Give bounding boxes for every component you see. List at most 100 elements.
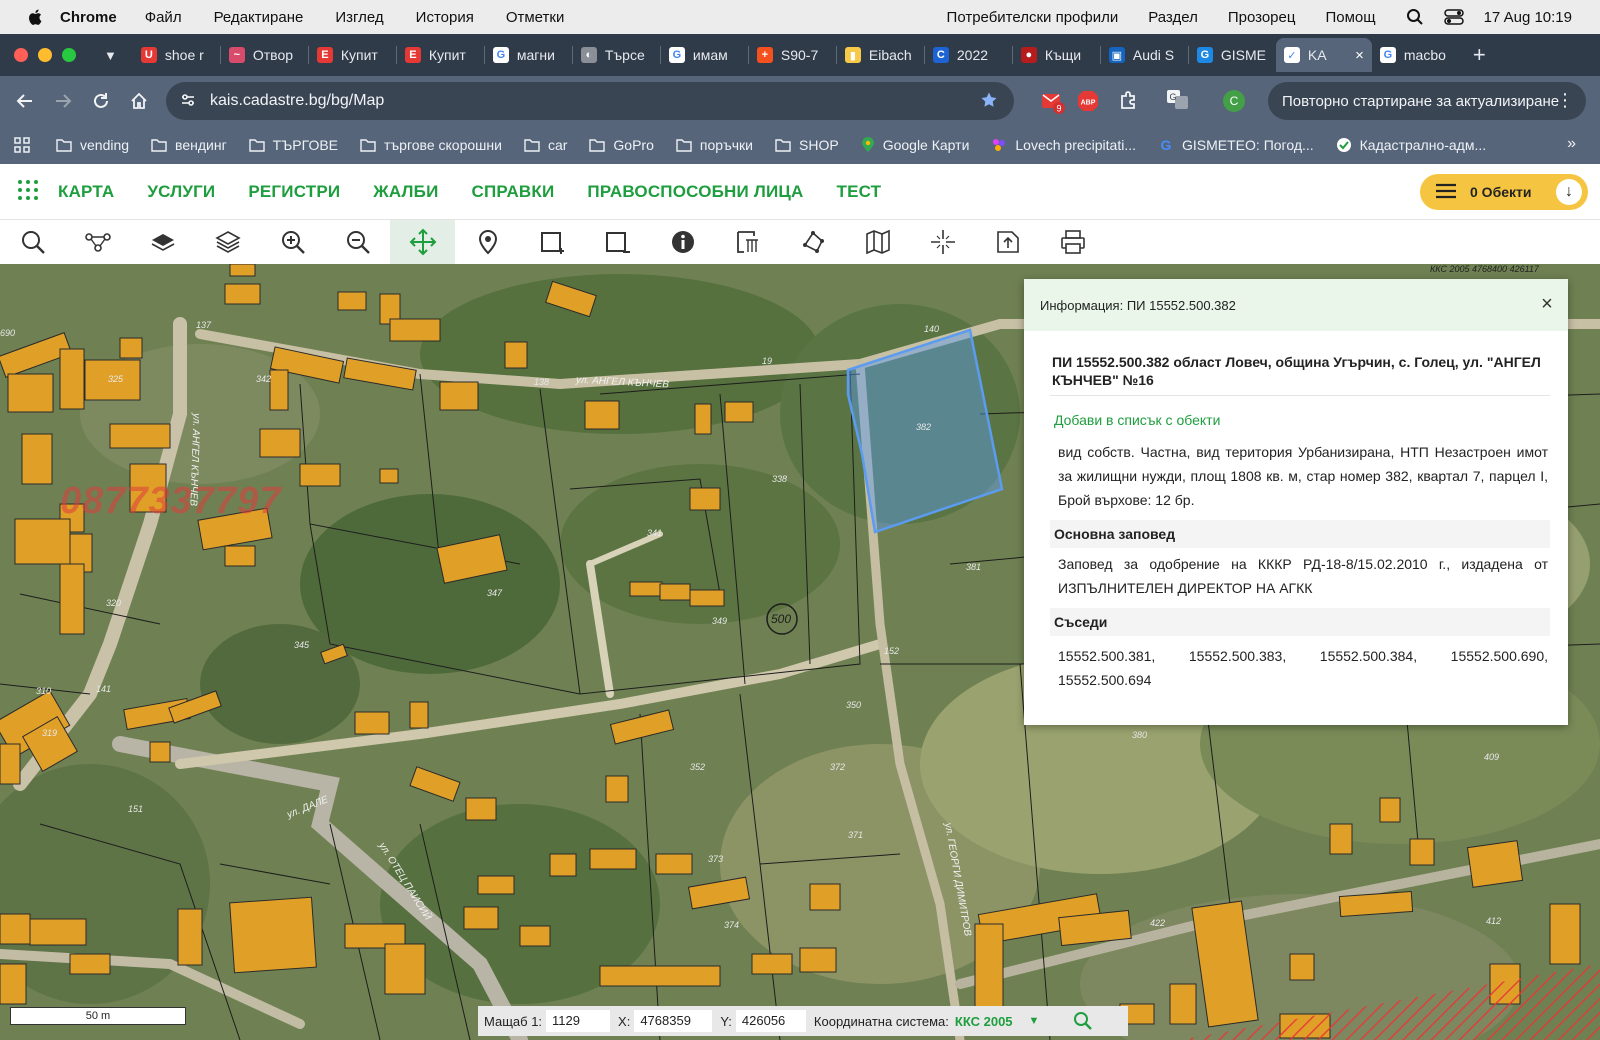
bookmark-item[interactable]: SHOP	[775, 137, 839, 153]
translate-icon[interactable]: G	[1166, 89, 1190, 114]
measure-icon[interactable]	[715, 220, 780, 264]
menubar-clock[interactable]: 17 Aug 10:19	[1484, 9, 1572, 26]
tab-active[interactable]: ✓ KA ×	[1275, 38, 1372, 72]
tab[interactable]: Gмагни	[485, 38, 572, 72]
search-icon[interactable]	[0, 220, 65, 264]
zoom-in-icon[interactable]	[260, 220, 325, 264]
objects-list-button[interactable]: 0 Обекти ↓	[1420, 174, 1588, 210]
neighbor-link[interactable]: 15552.500.384,	[1320, 644, 1417, 668]
tab[interactable]: E Купит	[309, 38, 396, 72]
url-text[interactable]: kais.cadastre.bg/bg/Map	[210, 92, 384, 110]
menu-profiles[interactable]: Потребителски профили	[947, 9, 1119, 26]
print-icon[interactable]	[1040, 220, 1105, 264]
tab[interactable]: G GISME	[1189, 38, 1276, 72]
menu-history[interactable]: История	[416, 9, 474, 26]
maximize-window-button[interactable]	[62, 48, 76, 62]
back-button[interactable]	[6, 82, 44, 120]
pan-icon[interactable]	[390, 220, 455, 264]
map-icon[interactable]	[845, 220, 910, 264]
new-tab-button[interactable]: +	[1473, 42, 1486, 68]
menu-window[interactable]: Прозорец	[1228, 9, 1296, 26]
neighbor-link[interactable]: 15552.500.383,	[1189, 644, 1286, 668]
menu-bookmarks[interactable]: Отметки	[506, 9, 565, 26]
site-info-icon[interactable]	[180, 92, 196, 111]
apps-grid-icon[interactable]	[14, 137, 30, 153]
bookmark-item[interactable]: G GISMETEO: Погод...	[1158, 137, 1314, 153]
export-icon[interactable]	[975, 220, 1040, 264]
bookmark-item[interactable]: вендинг	[151, 137, 227, 153]
minimize-window-button[interactable]	[38, 48, 52, 62]
bookmark-item[interactable]: GoPro	[589, 137, 654, 153]
close-tab-icon[interactable]: ×	[1349, 47, 1364, 64]
nav-reports[interactable]: СПРАВКИ	[472, 182, 555, 202]
neighbor-link[interactable]: 15552.500.690,	[1451, 644, 1548, 668]
info-icon[interactable]	[650, 220, 715, 264]
reload-button[interactable]	[82, 82, 120, 120]
crosshair-icon[interactable]	[910, 220, 975, 264]
arrow-down-icon[interactable]: ↓	[1556, 179, 1582, 205]
tab-search-chevron-icon[interactable]: ▼	[104, 48, 117, 63]
tab[interactable]: ● Къщи	[1013, 38, 1100, 72]
app-grid-icon[interactable]	[16, 178, 40, 205]
apple-icon[interactable]	[26, 7, 46, 27]
block-number[interactable]: 500	[771, 612, 791, 626]
bookmark-item[interactable]: Кадастрално-адм...	[1336, 137, 1486, 153]
menu-help[interactable]: Помощ	[1325, 9, 1375, 26]
tab[interactable]: C 2022	[925, 38, 1012, 72]
neighbor-link[interactable]: 15552.500.694	[1058, 668, 1548, 692]
bookmark-item[interactable]: vending	[56, 137, 129, 153]
control-center-icon[interactable]	[1443, 9, 1464, 25]
extensions-puzzle-icon[interactable]	[1118, 89, 1140, 114]
crs-select[interactable]: ККС 2005	[955, 1014, 1013, 1029]
zoom-out-icon[interactable]	[325, 220, 390, 264]
tab[interactable]: Gимам	[661, 38, 748, 72]
scale-input[interactable]: 1129	[546, 1010, 611, 1032]
neighbor-link[interactable]: 15552.500.381,	[1058, 644, 1155, 668]
close-window-button[interactable]	[14, 48, 28, 62]
layers-stack-icon[interactable]	[195, 220, 260, 264]
close-icon[interactable]: ×	[1536, 293, 1558, 316]
home-button[interactable]	[120, 82, 158, 120]
bookmark-item[interactable]: Lovech precipitati...	[991, 137, 1136, 153]
search-icon[interactable]	[1073, 1011, 1093, 1031]
tab[interactable]: ▣ Audi S	[1101, 38, 1188, 72]
tab[interactable]: ▮ Eibach	[837, 38, 924, 72]
tab[interactable]: + S90-7	[749, 38, 836, 72]
bookmark-item[interactable]: поръчки	[676, 137, 753, 153]
bookmarks-overflow-button[interactable]: »	[1567, 135, 1576, 153]
nav-complaints[interactable]: ЖАЛБИ	[373, 182, 438, 202]
tab[interactable]: ~ Отвор	[221, 38, 308, 72]
route-icon[interactable]	[65, 220, 130, 264]
spotlight-search-icon[interactable]	[1406, 8, 1424, 26]
menu-file[interactable]: Файл	[145, 9, 182, 26]
select-remove-icon[interactable]	[585, 220, 650, 264]
gmail-extension-icon[interactable]: 9	[1040, 89, 1066, 118]
nav-map[interactable]: КАРТА	[58, 182, 114, 202]
adblock-extension-icon[interactable]: ABP	[1076, 89, 1100, 116]
bookmark-item[interactable]: ТЪРГОВЕ	[248, 137, 338, 153]
menu-edit[interactable]: Редактиране	[214, 9, 304, 26]
layer-icon[interactable]	[130, 220, 195, 264]
menu-tab[interactable]: Раздел	[1148, 9, 1198, 26]
menubar-app-name[interactable]: Chrome	[60, 9, 117, 26]
bookmark-star-icon[interactable]	[980, 91, 998, 112]
forward-button[interactable]	[44, 82, 82, 120]
bookmark-item[interactable]: car	[524, 137, 567, 153]
nav-services[interactable]: УСЛУГИ	[147, 182, 215, 202]
polygon-icon[interactable]	[780, 220, 845, 264]
nav-registers[interactable]: РЕГИСТРИ	[248, 182, 340, 202]
tab[interactable]: Gmacbo	[1372, 38, 1459, 72]
tab[interactable]: ◐ Търсе	[573, 38, 660, 72]
restart-to-update-button[interactable]: Повторно стартиране за актуализиране ⋮	[1268, 82, 1586, 120]
tab[interactable]: E Купит	[397, 38, 484, 72]
chrome-menu-icon[interactable]: ⋮	[1556, 90, 1574, 111]
bookmark-item[interactable]: търгове скорошни	[360, 137, 502, 153]
menu-view[interactable]: Изглед	[335, 9, 383, 26]
select-add-icon[interactable]	[520, 220, 585, 264]
omnibox[interactable]: kais.cadastre.bg/bg/Map	[166, 82, 1014, 120]
tab[interactable]: Ushoe r	[133, 38, 220, 72]
nav-licensed-persons[interactable]: ПРАВОСПОСОБНИ ЛИЦА	[587, 182, 803, 202]
add-to-objects-link[interactable]: Добави в списък с обекти	[1054, 412, 1550, 428]
bookmark-item[interactable]: Google Карти	[861, 137, 969, 153]
chevron-down-icon[interactable]: ▼	[1029, 1015, 1040, 1027]
